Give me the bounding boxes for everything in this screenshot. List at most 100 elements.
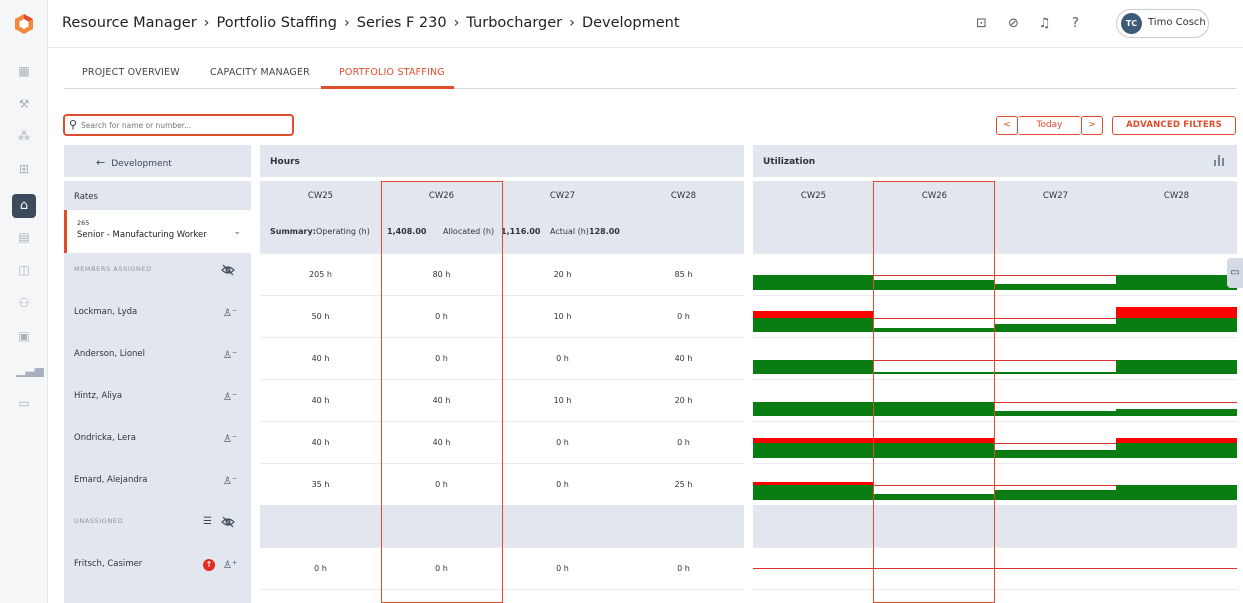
- hours-cell[interactable]: 0 h: [623, 422, 744, 464]
- hours-cell[interactable]: 0 h: [381, 338, 502, 380]
- hours-cell[interactable]: 85 h: [623, 254, 744, 296]
- bar-chart-icon[interactable]: [1213, 154, 1225, 166]
- hours-cell[interactable]: 0 h: [502, 338, 623, 380]
- hours-cell[interactable]: 0 h: [502, 464, 623, 506]
- eye-off-icon[interactable]: [221, 264, 235, 276]
- allocated-label: Allocated (h): [443, 227, 495, 236]
- chat-icon[interactable]: ▭: [16, 395, 32, 411]
- today-button[interactable]: Today: [1018, 116, 1081, 135]
- remove-person-icon[interactable]: ♙⁻: [223, 476, 237, 488]
- capacity-line: [874, 275, 1116, 276]
- utilization-row: [753, 463, 1237, 505]
- breadcrumb-item[interactable]: Portfolio Staffing: [216, 15, 336, 31]
- member-row[interactable]: Emard, Alejandra ♙⁻: [64, 463, 251, 505]
- add-person-icon[interactable]: ♙⁺: [223, 560, 237, 572]
- member-hours-row: 40 h 40 h 0 h 0 h: [260, 421, 744, 463]
- tab-portfolio-staffing[interactable]: PORTFOLIO STAFFING: [339, 67, 445, 78]
- help-icon[interactable]: ?: [1067, 15, 1084, 32]
- capacity-line: [753, 568, 1237, 569]
- member-row[interactable]: Ondricka, Lera ♙⁻: [64, 421, 251, 463]
- user-menu[interactable]: TC Timo Cosch: [1116, 9, 1209, 38]
- hours-cell[interactable]: 20 h: [502, 254, 623, 296]
- breadcrumb-item[interactable]: Turbocharger: [466, 15, 562, 31]
- remove-person-icon[interactable]: ♙⁻: [223, 392, 237, 404]
- search-input[interactable]: [81, 118, 281, 132]
- prev-week-button[interactable]: <: [996, 116, 1018, 135]
- avatar: TC: [1121, 13, 1142, 34]
- week-header: CW28: [1116, 181, 1237, 211]
- tab-capacity-manager[interactable]: CAPACITY MANAGER: [210, 67, 310, 78]
- member-hours-row: 35 h 0 h 0 h 25 h: [260, 463, 744, 505]
- unassigned-hours-row: 0 h 0 h 0 h 0 h: [260, 547, 744, 589]
- breadcrumb-item[interactable]: Resource Manager: [62, 15, 197, 31]
- hours-cell[interactable]: 0 h: [623, 548, 744, 590]
- hierarchy-icon[interactable]: ⊞: [16, 161, 32, 177]
- hours-cell[interactable]: 40 h: [381, 380, 502, 422]
- member-name: Emard, Alejandra: [74, 475, 148, 485]
- hours-cell[interactable]: 0 h: [502, 548, 623, 590]
- capacity-line: [995, 443, 1116, 444]
- member-name: Ondricka, Lera: [74, 433, 136, 443]
- next-week-button[interactable]: >: [1081, 116, 1103, 135]
- rates-header: Rates: [64, 181, 251, 210]
- unassigned-row[interactable]: Fritsch, Casimer ↑ ♙⁺: [64, 547, 251, 589]
- advanced-filters-button[interactable]: ADVANCED FILTERS: [1112, 116, 1236, 135]
- hours-cell[interactable]: 0 h: [381, 296, 502, 338]
- breadcrumb-item[interactable]: Series F 230: [357, 15, 447, 31]
- nodes-icon[interactable]: ⚇: [16, 295, 32, 311]
- actual-value: 128.00: [589, 227, 620, 236]
- member-row[interactable]: Hintz, Aliya ♙⁻: [64, 379, 251, 421]
- filter-icon[interactable]: ☰: [203, 516, 212, 527]
- hours-cell[interactable]: 205 h: [260, 254, 381, 296]
- hours-cell[interactable]: 0 h: [623, 296, 744, 338]
- briefcase-icon[interactable]: ▣: [16, 328, 32, 344]
- hours-cell[interactable]: 40 h: [623, 338, 744, 380]
- week-header: CW25: [753, 181, 874, 211]
- hours-cell[interactable]: 40 h: [381, 422, 502, 464]
- user-name: Timo Cosch: [1148, 17, 1206, 28]
- hours-cell[interactable]: 10 h: [502, 296, 623, 338]
- bar-chart-icon[interactable]: ▁▃▅: [16, 362, 44, 378]
- hours-cell[interactable]: 50 h: [260, 296, 381, 338]
- tools-icon[interactable]: ⚒: [16, 96, 32, 112]
- member-name: Hintz, Aliya: [74, 391, 123, 401]
- building-icon[interactable]: ⌂: [12, 194, 36, 218]
- hours-cell[interactable]: 10 h: [502, 380, 623, 422]
- money-icon[interactable]: ◫: [16, 262, 32, 278]
- calendar-icon[interactable]: ▤: [16, 229, 32, 245]
- dashboard-icon[interactable]: ▦: [16, 63, 32, 79]
- hours-cell[interactable]: 35 h: [260, 464, 381, 506]
- bell-icon[interactable]: ♫: [1036, 15, 1053, 32]
- arrow-left-icon: ←: [96, 156, 106, 169]
- member-row[interactable]: Lockman, Lyda ♙⁻: [64, 295, 251, 337]
- utilization-bar: [874, 328, 995, 332]
- eye-off-icon[interactable]: [221, 516, 235, 528]
- hours-cell[interactable]: 0 h: [260, 548, 381, 590]
- people-icon[interactable]: ⁂: [16, 128, 32, 144]
- side-panel-toggle-icon[interactable]: ▭: [1227, 258, 1243, 288]
- hours-cell[interactable]: 40 h: [260, 380, 381, 422]
- robot-icon[interactable]: ⊡: [973, 15, 990, 32]
- rate-selector[interactable]: 265 Senior - Manufacturing Worker ⌄: [64, 210, 251, 253]
- overallocation-bar: [1116, 307, 1237, 318]
- hours-cell[interactable]: 80 h: [381, 254, 502, 296]
- hours-cell[interactable]: 40 h: [260, 338, 381, 380]
- tab-project-overview[interactable]: PROJECT OVERVIEW: [82, 67, 180, 78]
- member-row[interactable]: Anderson, Lionel ♙⁻: [64, 337, 251, 379]
- hours-title: Hours: [270, 157, 300, 167]
- app-logo[interactable]: [15, 14, 33, 34]
- hours-cell[interactable]: 0 h: [381, 548, 502, 590]
- hours-cell[interactable]: 0 h: [381, 464, 502, 506]
- back-button[interactable]: ← Development: [96, 156, 172, 169]
- breadcrumb-separator-icon: ›: [343, 15, 350, 31]
- utilization-row: [753, 295, 1237, 337]
- remove-person-icon[interactable]: ♙⁻: [223, 350, 237, 362]
- utilization-bar: [753, 443, 995, 458]
- check-circle-icon[interactable]: ⊘: [1005, 15, 1022, 32]
- hours-cell[interactable]: 0 h: [502, 422, 623, 464]
- hours-cell[interactable]: 40 h: [260, 422, 381, 464]
- hours-cell[interactable]: 20 h: [623, 380, 744, 422]
- remove-person-icon[interactable]: ♙⁻: [223, 434, 237, 446]
- hours-cell[interactable]: 25 h: [623, 464, 744, 506]
- remove-person-icon[interactable]: ♙⁻: [223, 308, 237, 320]
